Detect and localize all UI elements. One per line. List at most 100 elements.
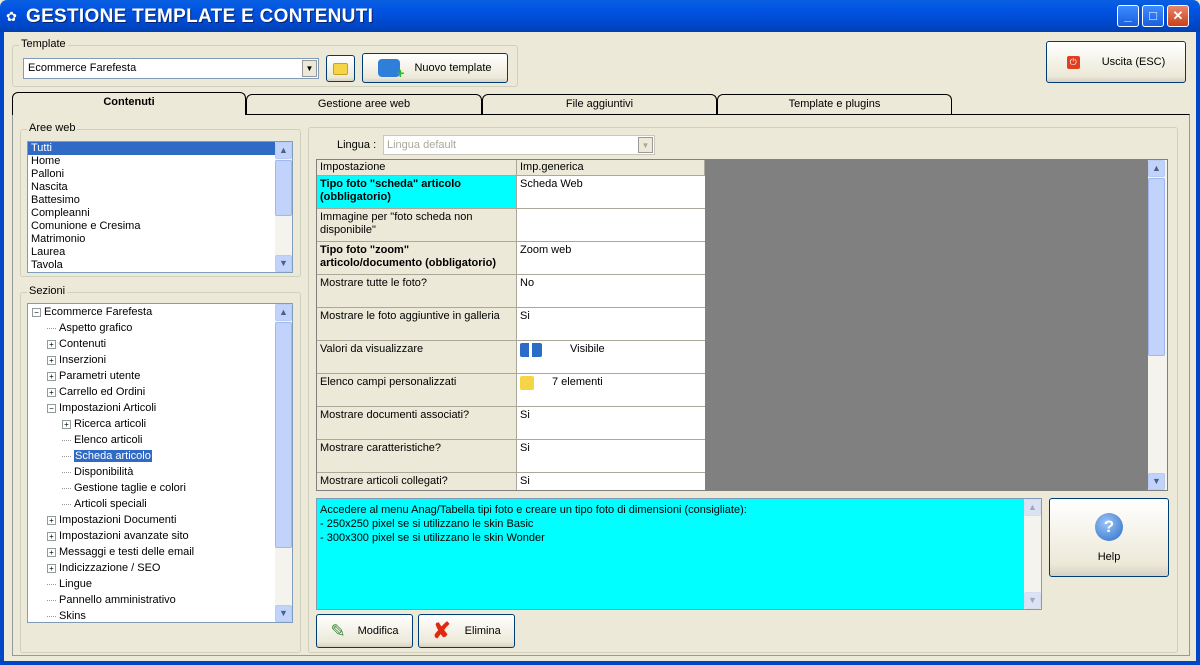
- tree-item[interactable]: Pannello amministrativo: [47, 592, 176, 608]
- expand-icon[interactable]: +: [47, 387, 56, 397]
- aree-web-item[interactable]: Matrimonio: [28, 233, 292, 246]
- exit-button[interactable]: ⏻ Uscita (ESC): [1046, 41, 1186, 83]
- setting-value-cell[interactable]: Visibile: [517, 341, 705, 374]
- note-scrollbar[interactable]: ▲ ▼: [1024, 499, 1041, 609]
- expand-icon[interactable]: +: [62, 419, 71, 429]
- scroll-down-icon[interactable]: ▼: [275, 255, 292, 272]
- setting-name-cell[interactable]: Mostrare caratteristiche?: [317, 440, 517, 473]
- folder-icon: [333, 62, 348, 75]
- expand-icon[interactable]: +: [47, 531, 56, 541]
- close-button[interactable]: ✕: [1167, 5, 1189, 27]
- template-select[interactable]: Ecommerce Farefesta ▼: [23, 58, 319, 79]
- scroll-thumb[interactable]: [1148, 178, 1165, 356]
- collapse-icon[interactable]: −: [47, 403, 56, 413]
- expand-icon[interactable]: +: [47, 371, 56, 381]
- aree-web-list[interactable]: Tutti Home Palloni Nascita Battesimo Complean…: [27, 141, 293, 273]
- modify-button[interactable]: ✎ Modifica: [316, 614, 413, 648]
- tree-item[interactable]: Articoli speciali: [62, 496, 147, 512]
- scroll-down-icon[interactable]: ▼: [275, 605, 292, 622]
- tree-item[interactable]: − Impostazioni Articoli: [47, 400, 156, 416]
- tab-contenuti[interactable]: Contenuti: [12, 92, 246, 115]
- setting-value-cell[interactable]: Si: [517, 407, 705, 440]
- tab-gestione-aree-web[interactable]: Gestione aree web: [246, 94, 482, 115]
- tree-item[interactable]: + Ricerca articoli: [62, 416, 146, 432]
- setting-value-cell[interactable]: Zoom web: [517, 242, 705, 275]
- scroll-up-icon[interactable]: ▲: [1024, 499, 1041, 516]
- setting-value-cell[interactable]: Si: [517, 473, 705, 490]
- tab-template-plugins[interactable]: Template e plugins: [717, 94, 952, 115]
- sezioni-tree[interactable]: − Ecommerce Farefesta Aspetto grafico + Cont…: [27, 303, 293, 623]
- setting-value-cell[interactable]: Si: [517, 440, 705, 473]
- setting-name-cell[interactable]: Elenco campi personalizzati: [317, 374, 517, 407]
- collapse-icon[interactable]: −: [32, 307, 41, 317]
- tree-item[interactable]: + Impostazioni Documenti: [47, 512, 176, 528]
- setting-value-cell[interactable]: Scheda Web: [517, 176, 705, 209]
- scroll-down-icon[interactable]: ▼: [1024, 592, 1041, 609]
- lingua-select[interactable]: Lingua default ▼: [383, 135, 655, 155]
- tree-item[interactable]: Disponibilità: [62, 464, 133, 480]
- tree-item[interactable]: Gestione taglie e colori: [62, 480, 186, 496]
- aree-web-item[interactable]: Tavola: [28, 259, 292, 272]
- setting-name-cell[interactable]: Tipo foto "zoom" articolo/documento (obb…: [317, 242, 517, 275]
- aree-web-item[interactable]: Palloni: [28, 168, 292, 181]
- setting-name-cell[interactable]: Mostrare articoli collegati?: [317, 473, 517, 490]
- setting-name-cell[interactable]: Tipo foto "scheda" articolo (obbligatori…: [317, 176, 517, 209]
- tree-item[interactable]: Lingue: [47, 576, 92, 592]
- minimize-button[interactable]: _: [1117, 5, 1139, 27]
- column-header-imp-generica[interactable]: Imp.generica: [517, 160, 705, 176]
- delete-button[interactable]: ✘ Elimina: [418, 614, 515, 648]
- setting-value-cell[interactable]: No: [517, 275, 705, 308]
- expand-icon[interactable]: +: [47, 355, 56, 365]
- tree-item[interactable]: + Indicizzazione / SEO: [47, 560, 161, 576]
- aree-web-item[interactable]: Battesimo: [28, 194, 292, 207]
- setting-name-cell[interactable]: Valori da visualizzare: [317, 341, 517, 374]
- setting-value-cell[interactable]: Si: [517, 308, 705, 341]
- tree-item[interactable]: Elenco articoli: [62, 432, 142, 448]
- grid-scrollbar[interactable]: ▲ ▼: [1148, 160, 1167, 490]
- help-note-textarea[interactable]: Accedere al menu Anag/Tabella tipi foto …: [316, 498, 1042, 610]
- aree-web-item[interactable]: Comunione e Cresima: [28, 220, 292, 233]
- setting-value-cell[interactable]: 7 elementi: [517, 374, 705, 407]
- setting-value-cell[interactable]: [517, 209, 705, 242]
- setting-name-cell[interactable]: Mostrare documenti associati?: [317, 407, 517, 440]
- expand-icon[interactable]: +: [47, 515, 56, 525]
- tree-item[interactable]: + Carrello ed Ordini: [47, 384, 145, 400]
- setting-name-cell[interactable]: Mostrare le foto aggiuntive in galleria: [317, 308, 517, 341]
- sezioni-scrollbar[interactable]: ▲ ▼: [275, 304, 292, 622]
- expand-icon[interactable]: +: [47, 547, 56, 557]
- tree-item[interactable]: + Messaggi e testi delle email: [47, 544, 194, 560]
- setting-name-cell[interactable]: Mostrare tutte le foto?: [317, 275, 517, 308]
- aree-web-item[interactable]: Home: [28, 155, 292, 168]
- maximize-button[interactable]: □: [1142, 5, 1164, 27]
- scroll-up-icon[interactable]: ▲: [1148, 160, 1165, 177]
- tree-item[interactable]: − Ecommerce Farefesta: [32, 304, 152, 320]
- new-template-button[interactable]: + Nuovo template: [362, 53, 508, 83]
- help-button[interactable]: ? Help: [1049, 498, 1169, 577]
- aree-web-item[interactable]: Compleanni: [28, 207, 292, 220]
- settings-grid[interactable]: Impostazione Imp.generica Tipo foto "sch…: [316, 159, 1168, 491]
- scroll-thumb[interactable]: [275, 322, 292, 548]
- scroll-up-icon[interactable]: ▲: [275, 304, 292, 321]
- scroll-down-icon[interactable]: ▼: [1148, 473, 1165, 490]
- chevron-down-icon[interactable]: ▼: [302, 60, 317, 77]
- tree-item[interactable]: Aspetto grafico: [47, 320, 132, 336]
- chevron-down-icon[interactable]: ▼: [638, 137, 653, 153]
- scroll-up-icon[interactable]: ▲: [275, 142, 292, 159]
- aree-web-item[interactable]: Tutti: [28, 142, 292, 155]
- aree-web-scrollbar[interactable]: ▲ ▼: [275, 142, 292, 272]
- expand-icon[interactable]: +: [47, 339, 56, 349]
- tree-item[interactable]: + Contenuti: [47, 336, 106, 352]
- scroll-thumb[interactable]: [275, 160, 292, 216]
- expand-icon[interactable]: +: [47, 563, 56, 573]
- setting-name-cell[interactable]: Immagine per "foto scheda non disponibil…: [317, 209, 517, 242]
- open-folder-button[interactable]: [326, 55, 355, 82]
- tree-item[interactable]: Scheda articolo: [62, 448, 152, 464]
- tree-item[interactable]: + Parametri utente: [47, 368, 140, 384]
- tree-item[interactable]: + Impostazioni avanzate sito: [47, 528, 189, 544]
- column-header-impostazione[interactable]: Impostazione: [317, 160, 517, 176]
- tree-item[interactable]: Skins: [47, 608, 86, 622]
- aree-web-item[interactable]: Laurea: [28, 246, 292, 259]
- aree-web-item[interactable]: Nascita: [28, 181, 292, 194]
- tab-file-aggiuntivi[interactable]: File aggiuntivi: [482, 94, 717, 115]
- tree-item[interactable]: + Inserzioni: [47, 352, 106, 368]
